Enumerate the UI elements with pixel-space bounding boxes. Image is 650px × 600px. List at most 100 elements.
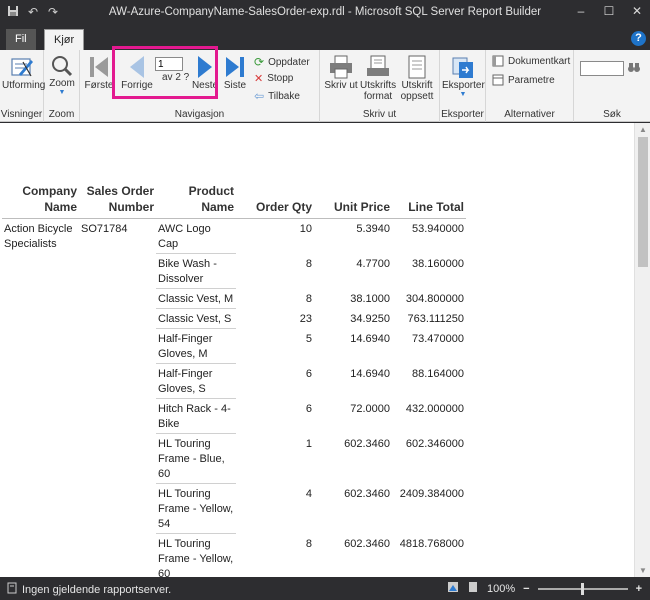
cell-sales-order-number: [79, 399, 156, 434]
scroll-down-icon[interactable]: ▼: [639, 566, 647, 575]
group-label-navigation: Navigasjon: [174, 109, 225, 120]
cell-company-name: [2, 434, 79, 484]
status-message: Ingen gjeldende rapportserver.: [22, 583, 172, 596]
document-map-label: Dokumentkart: [508, 55, 571, 67]
design-icon: [11, 58, 33, 77]
last-page-button[interactable]: Siste: [222, 54, 248, 91]
group-search: Søk: [574, 50, 650, 122]
zoom-slider-knob[interactable]: [580, 582, 584, 595]
tab-run[interactable]: Kjør: [44, 29, 85, 50]
export-label: Eksporter: [442, 80, 485, 91]
cell-unit-price: 602.3460: [344, 537, 390, 550]
help-icon[interactable]: ?: [631, 31, 646, 46]
group-print: Skriv ut Utskrifts format Utskrift oppse…: [320, 50, 440, 122]
scroll-up-icon[interactable]: ▲: [639, 125, 647, 134]
cell-product-name: HL Touring Frame - Blue, 60: [156, 433, 236, 484]
maximize-button[interactable]: ☐: [602, 4, 616, 18]
cell-product-name: AWC Logo Cap: [156, 218, 236, 254]
binoculars-icon[interactable]: [627, 60, 641, 77]
group-label-options: Alternativer: [504, 109, 555, 120]
close-button[interactable]: ✕: [630, 4, 644, 18]
page-setup-button[interactable]: Utskrift oppsett: [398, 54, 436, 102]
cell-company-name: [2, 364, 79, 399]
export-icon: [452, 57, 473, 78]
page-view-icon[interactable]: [467, 581, 479, 596]
zoom-out-button[interactable]: −: [523, 583, 529, 595]
print-layout-icon: [367, 55, 389, 76]
cell-order-qty: 4: [305, 487, 312, 500]
cell-product-name: Classic Vest, S: [156, 308, 236, 329]
window-title: AW-Azure-CompanyName-SalesOrder-exp.rdl …: [108, 6, 542, 18]
cell-unit-price: 38.1000: [350, 292, 390, 305]
export-button[interactable]: Eksporter ▼: [442, 54, 485, 98]
print-layout-label-1: Utskrifts: [360, 80, 397, 91]
zoom-button[interactable]: Zoom ▼: [46, 54, 78, 96]
cell-unit-price: 72.0000: [350, 402, 390, 415]
group-zoom: Zoom ▼ Zoom: [44, 50, 80, 122]
search-input[interactable]: [580, 61, 624, 76]
print-button[interactable]: Skriv ut: [324, 54, 358, 91]
table-row: Half-Finger Gloves, S 6 14.6940 88.164000: [2, 363, 466, 399]
first-page-label: Første: [84, 80, 114, 91]
refresh-button[interactable]: ⟳ Oppdater: [254, 55, 310, 69]
cell-sales-order-number: [79, 434, 156, 484]
cell-sales-order-number: [79, 364, 156, 399]
vertical-scrollbar[interactable]: ▲ ▼: [634, 123, 650, 577]
cell-company-name: [2, 289, 79, 309]
cell-order-qty: 8: [305, 537, 312, 550]
header-order-qty: Order Qty: [255, 200, 312, 214]
parameters-button[interactable]: Parametre: [492, 74, 555, 86]
table-header-row: Company Name Sales Order Number Product Nam…: [2, 183, 466, 219]
status-bar: Ingen gjeldende rapportserver. 100% − +: [0, 577, 650, 600]
back-label: Tilbake: [268, 90, 300, 102]
header-sales-order-number: Sales Order Number: [86, 184, 154, 214]
design-button[interactable]: Utforming: [2, 54, 45, 91]
cell-company-name: [2, 329, 79, 364]
stop-icon: ✕: [254, 73, 264, 85]
group-label-export: Eksporter: [441, 109, 484, 120]
header-unit-price: Unit Price: [333, 200, 390, 214]
cell-line-total: 88.164000: [412, 367, 464, 380]
cell-company-name: [2, 484, 79, 534]
cell-sales-order-number: [79, 309, 156, 329]
cell-line-total: 763.111250: [407, 312, 464, 325]
report-table: Company Name Sales Order Number Product Nam…: [2, 183, 466, 577]
stop-button[interactable]: ✕ Stopp: [254, 72, 293, 85]
zoom-label: Zoom: [49, 78, 75, 89]
cell-line-total: 602.346000: [405, 437, 464, 450]
last-page-icon: [226, 57, 244, 77]
print-layout-label-2: format: [363, 91, 393, 102]
zoom-slider[interactable]: [537, 582, 628, 595]
cell-line-total: 2409.384000: [399, 487, 464, 500]
scrollbar-thumb[interactable]: [638, 137, 648, 267]
tab-file[interactable]: Fil: [6, 29, 36, 50]
table-row: HL Touring Frame - Yellow, 54 4 602.3460 2409…: [2, 483, 466, 534]
cell-company-name: [2, 534, 79, 578]
page-number-input[interactable]: [155, 57, 183, 71]
table-row: Classic Vest, S 23 34.9250 763.111250: [2, 308, 466, 329]
table-row: Hitch Rack - 4- Bike 6 72.0000 432.000000: [2, 398, 466, 434]
table-row: Action Bicycle Specialists SO71784 AWC Logo…: [2, 218, 466, 254]
print-layout-button[interactable]: Utskrifts format: [360, 54, 396, 102]
cell-company-name: [2, 399, 79, 434]
cell-order-qty: 1: [305, 437, 312, 450]
report-view-icon[interactable]: [447, 581, 459, 596]
zoom-in-button[interactable]: +: [636, 583, 642, 595]
cell-order-qty: 6: [305, 367, 312, 380]
group-export: Eksporter ▼ Eksporter: [440, 50, 486, 122]
back-button[interactable]: ⇦ Tilbake: [254, 89, 300, 103]
cell-unit-price: 4.7700: [356, 257, 390, 270]
export-dropdown-icon: ▼: [459, 91, 467, 98]
cell-company-name: [2, 254, 79, 289]
navigation-highlight-box: [112, 46, 218, 99]
stop-label: Stopp: [267, 73, 294, 84]
cell-line-total: 4818.768000: [399, 537, 464, 550]
server-icon: [6, 582, 18, 597]
cell-line-total: 73.470000: [412, 332, 464, 345]
minimize-button[interactable]: –: [574, 4, 588, 18]
cell-order-qty: 10: [299, 223, 312, 235]
document-map-button[interactable]: Dokumentkart: [492, 55, 570, 67]
cell-product-name: Classic Vest, M: [156, 288, 236, 309]
back-arrow-icon: ⇦: [254, 89, 265, 103]
first-page-button[interactable]: Første: [84, 54, 114, 91]
